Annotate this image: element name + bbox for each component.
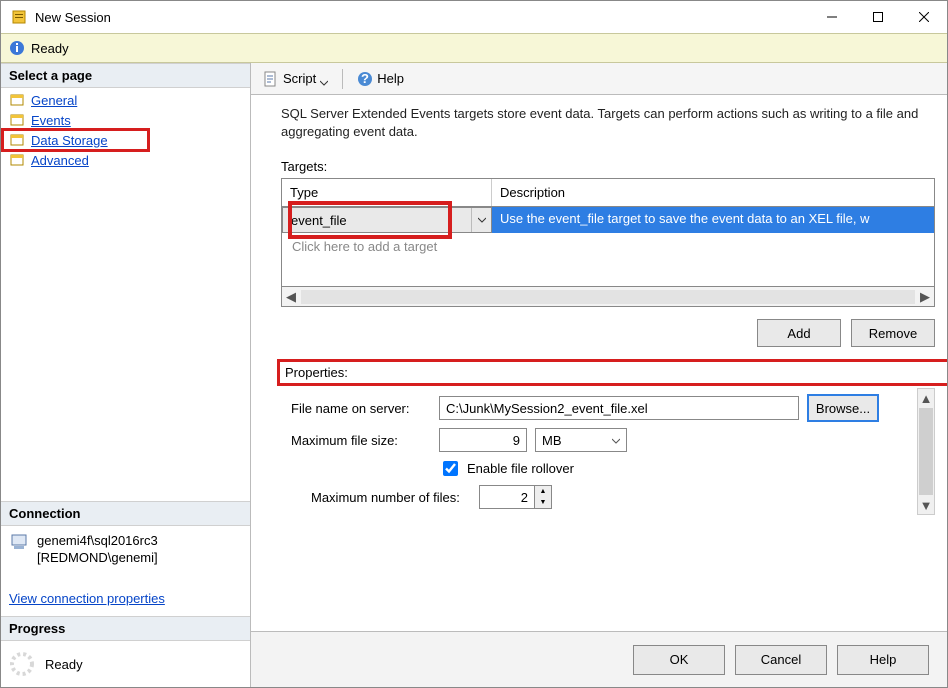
target-row[interactable]: event_file Use the event_file target to … xyxy=(282,207,934,233)
new-session-dialog: New Session Ready Select a page General xyxy=(0,0,948,688)
rollover-check-input[interactable] xyxy=(443,461,458,476)
col-header-type[interactable]: Type xyxy=(282,179,492,206)
footer-help-button[interactable]: Help xyxy=(837,645,929,675)
toolbar-separator xyxy=(342,69,343,89)
progress-spinner-icon xyxy=(9,651,35,677)
page-link[interactable]: Advanced xyxy=(31,153,89,168)
max-size-label: Maximum file size: xyxy=(281,433,431,448)
target-type-value: event_file xyxy=(283,213,471,228)
spin-down-icon[interactable]: ▼ xyxy=(535,497,551,508)
targets-grid: Type Description event_file Use the even… xyxy=(281,178,935,307)
help-button[interactable]: ? Help xyxy=(351,68,410,90)
chevron-down-icon[interactable] xyxy=(471,208,491,232)
annotation-highlight xyxy=(1,128,150,152)
annotation-highlight xyxy=(277,359,947,386)
ok-button[interactable]: OK xyxy=(633,645,725,675)
chevron-down-icon xyxy=(612,433,620,448)
app-icon xyxy=(11,9,27,25)
help-label: Help xyxy=(377,71,404,86)
scroll-track[interactable] xyxy=(301,290,915,304)
progress-text: Ready xyxy=(45,657,83,672)
page-icon xyxy=(9,152,25,168)
scroll-thumb[interactable] xyxy=(919,408,933,495)
page-icon xyxy=(9,112,25,128)
max-size-input[interactable] xyxy=(439,428,527,452)
col-header-description[interactable]: Description xyxy=(492,179,934,206)
dialog-status-bar: Ready xyxy=(1,33,947,63)
scroll-down-icon[interactable]: ▼ xyxy=(918,496,934,514)
window-title: New Session xyxy=(35,10,809,25)
max-files-input[interactable] xyxy=(479,485,535,509)
close-button[interactable] xyxy=(901,1,947,33)
remove-button[interactable]: Remove xyxy=(851,319,935,347)
properties-vertical-scrollbar[interactable]: ▲ ▼ xyxy=(917,388,935,515)
page-list: General Events Data Storage Advanced xyxy=(1,88,250,176)
page-icon xyxy=(9,92,25,108)
page-general[interactable]: General xyxy=(1,90,250,110)
page-link[interactable]: Events xyxy=(31,113,71,128)
svg-text:?: ? xyxy=(361,71,369,86)
grid-horizontal-scrollbar[interactable]: ◀ ▶ xyxy=(282,286,934,306)
max-files-label: Maximum number of files: xyxy=(281,490,471,505)
page-link[interactable]: General xyxy=(31,93,77,108)
left-panel: Select a page General Events Data Storag… xyxy=(1,63,251,687)
page-advanced[interactable]: Advanced xyxy=(1,150,250,170)
enable-rollover-checkbox[interactable]: Enable file rollover xyxy=(439,458,911,479)
dialog-footer: OK Cancel Help xyxy=(251,631,947,687)
cancel-button[interactable]: Cancel xyxy=(735,645,827,675)
browse-button[interactable]: Browse... xyxy=(807,394,879,422)
script-label: Script xyxy=(283,71,316,86)
chevron-down-icon xyxy=(320,75,328,83)
add-button[interactable]: Add xyxy=(757,319,841,347)
max-size-unit-select[interactable]: MB xyxy=(535,428,627,452)
script-icon xyxy=(263,71,279,87)
view-connection-properties-link[interactable]: View connection properties xyxy=(9,591,165,606)
connection-user: [REDMOND\genemi] xyxy=(37,549,158,567)
script-button[interactable]: Script xyxy=(257,68,334,90)
file-name-input[interactable] xyxy=(439,396,799,420)
max-files-spinner[interactable]: ▲ ▼ xyxy=(479,485,552,509)
help-icon: ? xyxy=(357,71,373,87)
panel-toolbar: Script ? Help xyxy=(251,63,947,95)
connection-info: genemi4f\sql2016rc3 [REDMOND\genemi] xyxy=(1,526,250,573)
targets-label: Targets: xyxy=(281,159,935,174)
connection-header: Connection xyxy=(1,501,250,526)
maximize-button[interactable] xyxy=(855,1,901,33)
dialog-status-text: Ready xyxy=(31,41,69,56)
minimize-button[interactable] xyxy=(809,1,855,33)
file-name-label: File name on server: xyxy=(281,401,431,416)
scroll-up-icon[interactable]: ▲ xyxy=(918,389,934,407)
connection-server: genemi4f\sql2016rc3 xyxy=(37,532,158,550)
scroll-right-icon[interactable]: ▶ xyxy=(916,289,934,305)
target-type-combobox[interactable]: event_file xyxy=(282,207,492,233)
page-events[interactable]: Events xyxy=(1,110,250,130)
rollover-label: Enable file rollover xyxy=(467,461,574,476)
main-panel: Script ? Help SQL Server Extended Events… xyxy=(251,63,947,687)
spin-up-icon[interactable]: ▲ xyxy=(535,486,551,497)
properties-form: File name on server: Browse... Maximum f… xyxy=(281,388,911,515)
add-target-placeholder[interactable]: Click here to add a target xyxy=(282,233,934,260)
progress-header: Progress xyxy=(1,616,250,641)
page-data-storage[interactable]: Data Storage xyxy=(1,130,250,150)
server-icon xyxy=(9,532,29,552)
select-page-header: Select a page xyxy=(1,63,250,88)
unit-value: MB xyxy=(542,433,562,448)
target-description: Use the event_file target to save the ev… xyxy=(492,207,934,233)
intro-text: SQL Server Extended Events targets store… xyxy=(281,105,935,141)
titlebar: New Session xyxy=(1,1,947,33)
info-icon xyxy=(9,40,25,56)
scroll-left-icon[interactable]: ◀ xyxy=(282,289,300,305)
